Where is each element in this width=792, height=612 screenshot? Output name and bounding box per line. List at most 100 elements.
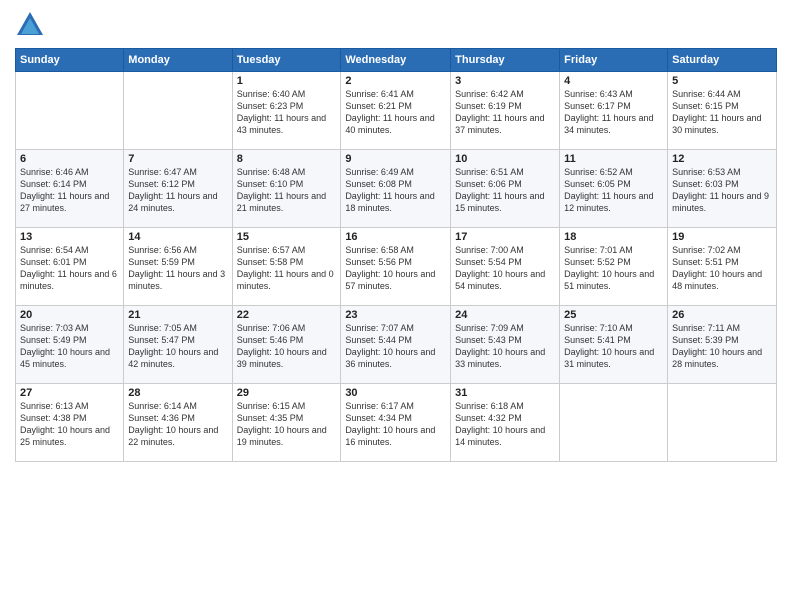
calendar-cell: 4Sunrise: 6:43 AM Sunset: 6:17 PM Daylig… — [560, 72, 668, 150]
day-number: 24 — [455, 309, 555, 321]
calendar-cell: 18Sunrise: 7:01 AM Sunset: 5:52 PM Dayli… — [560, 228, 668, 306]
day-number: 23 — [345, 309, 446, 321]
week-row-0: 1Sunrise: 6:40 AM Sunset: 6:23 PM Daylig… — [16, 72, 777, 150]
day-number: 8 — [237, 153, 337, 165]
day-number: 2 — [345, 75, 446, 87]
day-info: Sunrise: 7:03 AM Sunset: 5:49 PM Dayligh… — [20, 322, 119, 371]
day-number: 11 — [564, 153, 663, 165]
day-number: 18 — [564, 231, 663, 243]
calendar-cell: 16Sunrise: 6:58 AM Sunset: 5:56 PM Dayli… — [341, 228, 451, 306]
day-info: Sunrise: 7:06 AM Sunset: 5:46 PM Dayligh… — [237, 322, 337, 371]
weekday-header-friday: Friday — [560, 49, 668, 72]
day-number: 21 — [128, 309, 227, 321]
calendar-cell: 23Sunrise: 7:07 AM Sunset: 5:44 PM Dayli… — [341, 306, 451, 384]
weekday-header-sunday: Sunday — [16, 49, 124, 72]
day-info: Sunrise: 6:46 AM Sunset: 6:14 PM Dayligh… — [20, 166, 119, 215]
day-info: Sunrise: 6:40 AM Sunset: 6:23 PM Dayligh… — [237, 88, 337, 137]
calendar-cell: 10Sunrise: 6:51 AM Sunset: 6:06 PM Dayli… — [451, 150, 560, 228]
day-info: Sunrise: 6:57 AM Sunset: 5:58 PM Dayligh… — [237, 244, 337, 293]
day-info: Sunrise: 6:58 AM Sunset: 5:56 PM Dayligh… — [345, 244, 446, 293]
day-info: Sunrise: 6:47 AM Sunset: 6:12 PM Dayligh… — [128, 166, 227, 215]
header — [15, 10, 777, 40]
day-info: Sunrise: 7:10 AM Sunset: 5:41 PM Dayligh… — [564, 322, 663, 371]
day-number: 25 — [564, 309, 663, 321]
calendar-cell: 17Sunrise: 7:00 AM Sunset: 5:54 PM Dayli… — [451, 228, 560, 306]
day-info: Sunrise: 7:00 AM Sunset: 5:54 PM Dayligh… — [455, 244, 555, 293]
day-number: 12 — [672, 153, 772, 165]
weekday-header-thursday: Thursday — [451, 49, 560, 72]
page: SundayMondayTuesdayWednesdayThursdayFrid… — [0, 0, 792, 612]
calendar-cell: 22Sunrise: 7:06 AM Sunset: 5:46 PM Dayli… — [232, 306, 341, 384]
day-number: 7 — [128, 153, 227, 165]
calendar-cell: 29Sunrise: 6:15 AM Sunset: 4:35 PM Dayli… — [232, 384, 341, 462]
day-info: Sunrise: 7:02 AM Sunset: 5:51 PM Dayligh… — [672, 244, 772, 293]
calendar-cell: 14Sunrise: 6:56 AM Sunset: 5:59 PM Dayli… — [124, 228, 232, 306]
week-row-2: 13Sunrise: 6:54 AM Sunset: 6:01 PM Dayli… — [16, 228, 777, 306]
weekday-header-wednesday: Wednesday — [341, 49, 451, 72]
weekday-row: SundayMondayTuesdayWednesdayThursdayFrid… — [16, 49, 777, 72]
calendar-cell: 19Sunrise: 7:02 AM Sunset: 5:51 PM Dayli… — [668, 228, 777, 306]
calendar-cell: 9Sunrise: 6:49 AM Sunset: 6:08 PM Daylig… — [341, 150, 451, 228]
day-info: Sunrise: 7:11 AM Sunset: 5:39 PM Dayligh… — [672, 322, 772, 371]
day-number: 4 — [564, 75, 663, 87]
weekday-header-monday: Monday — [124, 49, 232, 72]
logo-icon — [15, 10, 45, 40]
day-info: Sunrise: 6:52 AM Sunset: 6:05 PM Dayligh… — [564, 166, 663, 215]
calendar-cell: 13Sunrise: 6:54 AM Sunset: 6:01 PM Dayli… — [16, 228, 124, 306]
day-info: Sunrise: 6:13 AM Sunset: 4:38 PM Dayligh… — [20, 400, 119, 449]
day-info: Sunrise: 6:56 AM Sunset: 5:59 PM Dayligh… — [128, 244, 227, 293]
calendar-cell: 1Sunrise: 6:40 AM Sunset: 6:23 PM Daylig… — [232, 72, 341, 150]
day-number: 19 — [672, 231, 772, 243]
calendar-cell: 27Sunrise: 6:13 AM Sunset: 4:38 PM Dayli… — [16, 384, 124, 462]
calendar-cell: 31Sunrise: 6:18 AM Sunset: 4:32 PM Dayli… — [451, 384, 560, 462]
day-info: Sunrise: 7:05 AM Sunset: 5:47 PM Dayligh… — [128, 322, 227, 371]
calendar-cell: 2Sunrise: 6:41 AM Sunset: 6:21 PM Daylig… — [341, 72, 451, 150]
day-info: Sunrise: 6:41 AM Sunset: 6:21 PM Dayligh… — [345, 88, 446, 137]
day-info: Sunrise: 6:42 AM Sunset: 6:19 PM Dayligh… — [455, 88, 555, 137]
calendar-cell: 11Sunrise: 6:52 AM Sunset: 6:05 PM Dayli… — [560, 150, 668, 228]
day-number: 16 — [345, 231, 446, 243]
day-number: 20 — [20, 309, 119, 321]
calendar-body: 1Sunrise: 6:40 AM Sunset: 6:23 PM Daylig… — [16, 72, 777, 462]
day-info: Sunrise: 6:54 AM Sunset: 6:01 PM Dayligh… — [20, 244, 119, 293]
calendar-cell: 3Sunrise: 6:42 AM Sunset: 6:19 PM Daylig… — [451, 72, 560, 150]
day-info: Sunrise: 6:14 AM Sunset: 4:36 PM Dayligh… — [128, 400, 227, 449]
day-number: 29 — [237, 387, 337, 399]
day-info: Sunrise: 6:43 AM Sunset: 6:17 PM Dayligh… — [564, 88, 663, 137]
day-number: 1 — [237, 75, 337, 87]
day-number: 10 — [455, 153, 555, 165]
day-info: Sunrise: 6:48 AM Sunset: 6:10 PM Dayligh… — [237, 166, 337, 215]
calendar-cell: 12Sunrise: 6:53 AM Sunset: 6:03 PM Dayli… — [668, 150, 777, 228]
day-number: 30 — [345, 387, 446, 399]
day-number: 5 — [672, 75, 772, 87]
day-number: 6 — [20, 153, 119, 165]
calendar-cell: 7Sunrise: 6:47 AM Sunset: 6:12 PM Daylig… — [124, 150, 232, 228]
calendar-cell: 21Sunrise: 7:05 AM Sunset: 5:47 PM Dayli… — [124, 306, 232, 384]
calendar-table: SundayMondayTuesdayWednesdayThursdayFrid… — [15, 48, 777, 462]
day-info: Sunrise: 6:44 AM Sunset: 6:15 PM Dayligh… — [672, 88, 772, 137]
calendar-cell: 15Sunrise: 6:57 AM Sunset: 5:58 PM Dayli… — [232, 228, 341, 306]
calendar-cell: 24Sunrise: 7:09 AM Sunset: 5:43 PM Dayli… — [451, 306, 560, 384]
day-info: Sunrise: 6:49 AM Sunset: 6:08 PM Dayligh… — [345, 166, 446, 215]
calendar-cell: 26Sunrise: 7:11 AM Sunset: 5:39 PM Dayli… — [668, 306, 777, 384]
day-info: Sunrise: 6:53 AM Sunset: 6:03 PM Dayligh… — [672, 166, 772, 215]
calendar-cell — [560, 384, 668, 462]
day-number: 15 — [237, 231, 337, 243]
day-info: Sunrise: 6:17 AM Sunset: 4:34 PM Dayligh… — [345, 400, 446, 449]
day-info: Sunrise: 7:09 AM Sunset: 5:43 PM Dayligh… — [455, 322, 555, 371]
weekday-header-tuesday: Tuesday — [232, 49, 341, 72]
day-number: 17 — [455, 231, 555, 243]
logo — [15, 10, 49, 40]
calendar-header: SundayMondayTuesdayWednesdayThursdayFrid… — [16, 49, 777, 72]
day-info: Sunrise: 6:18 AM Sunset: 4:32 PM Dayligh… — [455, 400, 555, 449]
calendar-cell: 28Sunrise: 6:14 AM Sunset: 4:36 PM Dayli… — [124, 384, 232, 462]
day-info: Sunrise: 7:07 AM Sunset: 5:44 PM Dayligh… — [345, 322, 446, 371]
day-number: 27 — [20, 387, 119, 399]
calendar-cell: 30Sunrise: 6:17 AM Sunset: 4:34 PM Dayli… — [341, 384, 451, 462]
week-row-3: 20Sunrise: 7:03 AM Sunset: 5:49 PM Dayli… — [16, 306, 777, 384]
day-info: Sunrise: 7:01 AM Sunset: 5:52 PM Dayligh… — [564, 244, 663, 293]
day-number: 9 — [345, 153, 446, 165]
calendar-cell: 8Sunrise: 6:48 AM Sunset: 6:10 PM Daylig… — [232, 150, 341, 228]
day-number: 28 — [128, 387, 227, 399]
day-info: Sunrise: 6:51 AM Sunset: 6:06 PM Dayligh… — [455, 166, 555, 215]
